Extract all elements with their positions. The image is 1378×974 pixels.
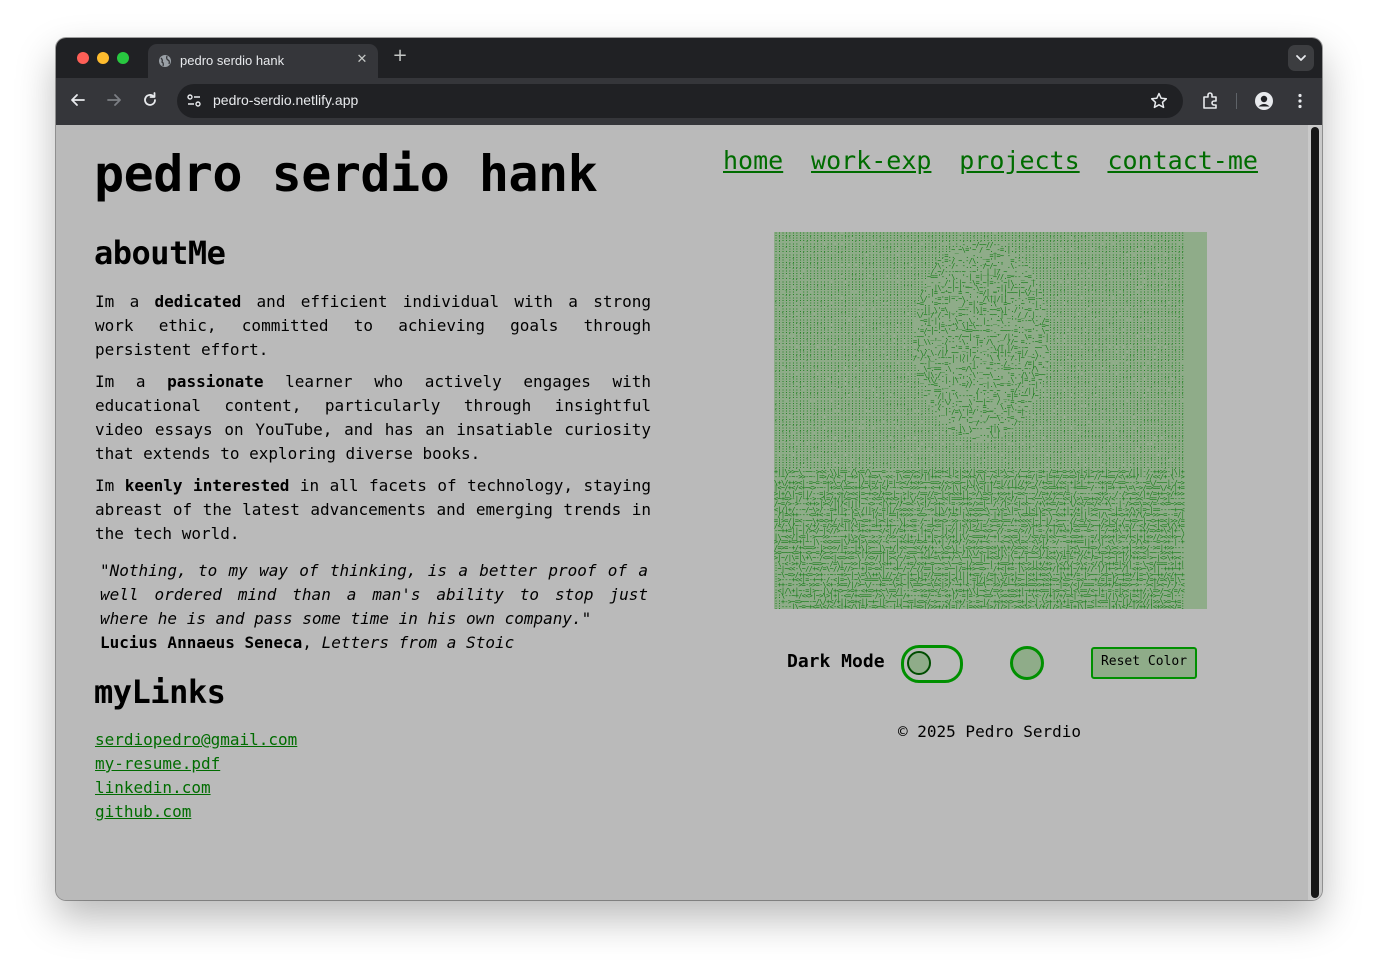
web-page: pedro serdio hank aboutMe Im a dedicated…	[56, 125, 1322, 900]
nav-link-projects[interactable]: projects	[959, 146, 1079, 175]
about-heading: aboutMe	[94, 234, 226, 272]
quote-source: Letters from a Stoic	[321, 633, 515, 652]
star-icon[interactable]	[1149, 91, 1169, 111]
plus-icon[interactable]: +	[390, 46, 410, 66]
close-window-button[interactable]	[77, 52, 89, 64]
quote-author: Lucius Annaeus Seneca	[100, 633, 303, 652]
main-nav: home work-exp projects contact-me	[723, 146, 1258, 175]
minimize-window-button[interactable]	[97, 52, 109, 64]
tab-search-button[interactable]	[1288, 45, 1314, 71]
globe-icon	[159, 55, 171, 67]
scrollbar-thumb[interactable]	[1311, 127, 1319, 898]
more-vert-icon[interactable]	[1290, 91, 1310, 111]
page-title: pedro serdio hank	[94, 145, 598, 203]
nav-link-contact-me[interactable]: contact-me	[1107, 146, 1258, 175]
quote-attribution: Lucius Annaeus Seneca, Letters from a St…	[100, 633, 515, 652]
ascii-portrait-art: :;:;;:::::;::;:::;:.;;;::;::;:;:::::;:;:…	[774, 232, 1185, 609]
github-link[interactable]: github.com	[95, 800, 297, 824]
about-paragraph-dedicated: Im a dedicated and efficient individual …	[95, 292, 651, 359]
email-link[interactable]: serdiopedro@gmail.com	[95, 728, 297, 752]
links-list: serdiopedro@gmail.com my-resume.pdf link…	[95, 728, 297, 824]
scrollbar[interactable]	[1308, 125, 1322, 900]
linkedin-link[interactable]: linkedin.com	[95, 776, 297, 800]
ascii-portrait: :;:;;:::::;::;:::;:.;;;::;::;:;:::::;:;:…	[774, 232, 1207, 609]
browser-tab[interactable]: pedro serdio hank ✕	[148, 44, 378, 78]
browser-toolbar: pedro-serdio.netlify.app	[56, 78, 1322, 125]
chevron-down-icon	[1296, 55, 1306, 61]
tab-title: pedro serdio hank	[180, 53, 285, 68]
close-icon[interactable]: ✕	[354, 52, 370, 68]
tab-strip: pedro serdio hank ✕ +	[56, 38, 1322, 78]
extensions-icon[interactable]	[1200, 91, 1220, 111]
nav-link-work-exp[interactable]: work-exp	[811, 146, 931, 175]
profile-icon[interactable]	[1254, 91, 1274, 111]
url-text[interactable]: pedro-serdio.netlify.app	[213, 92, 358, 108]
site-info-icon[interactable]	[185, 92, 203, 110]
footer-copyright: © 2025 Pedro Serdio	[898, 722, 1082, 741]
about-paragraph-passionate: Im a passionate learner who actively eng…	[95, 372, 652, 463]
resume-link[interactable]: my-resume.pdf	[95, 752, 297, 776]
seneca-quote: "Nothing, to my way of thinking, is a be…	[100, 559, 648, 655]
forward-arrow-icon[interactable]	[104, 90, 124, 110]
browser-window: pedro serdio hank ✕ + pedro-serdio.netli…	[56, 38, 1322, 900]
reload-icon[interactable]	[140, 90, 160, 110]
theme-controls: Dark Mode Reset Color	[787, 645, 1197, 683]
dark-mode-toggle-knob	[907, 651, 931, 675]
address-bar[interactable]: pedro-serdio.netlify.app	[177, 84, 1183, 118]
reset-color-button[interactable]: Reset Color	[1091, 647, 1197, 679]
quote-text: "Nothing, to my way of thinking, is a be…	[100, 561, 648, 628]
about-paragraph-interested: Im keenly interested in all facets of te…	[95, 476, 651, 543]
dark-mode-toggle[interactable]	[901, 645, 963, 683]
toolbar-divider	[1236, 93, 1237, 109]
maximize-window-button[interactable]	[117, 52, 129, 64]
about-section: Im a dedicated and efficient individual …	[95, 290, 651, 554]
dark-mode-label: Dark Mode	[787, 651, 885, 672]
nav-link-home[interactable]: home	[723, 146, 783, 175]
links-heading: myLinks	[94, 673, 226, 711]
back-arrow-icon[interactable]	[68, 90, 88, 110]
color-picker[interactable]	[1010, 646, 1044, 680]
